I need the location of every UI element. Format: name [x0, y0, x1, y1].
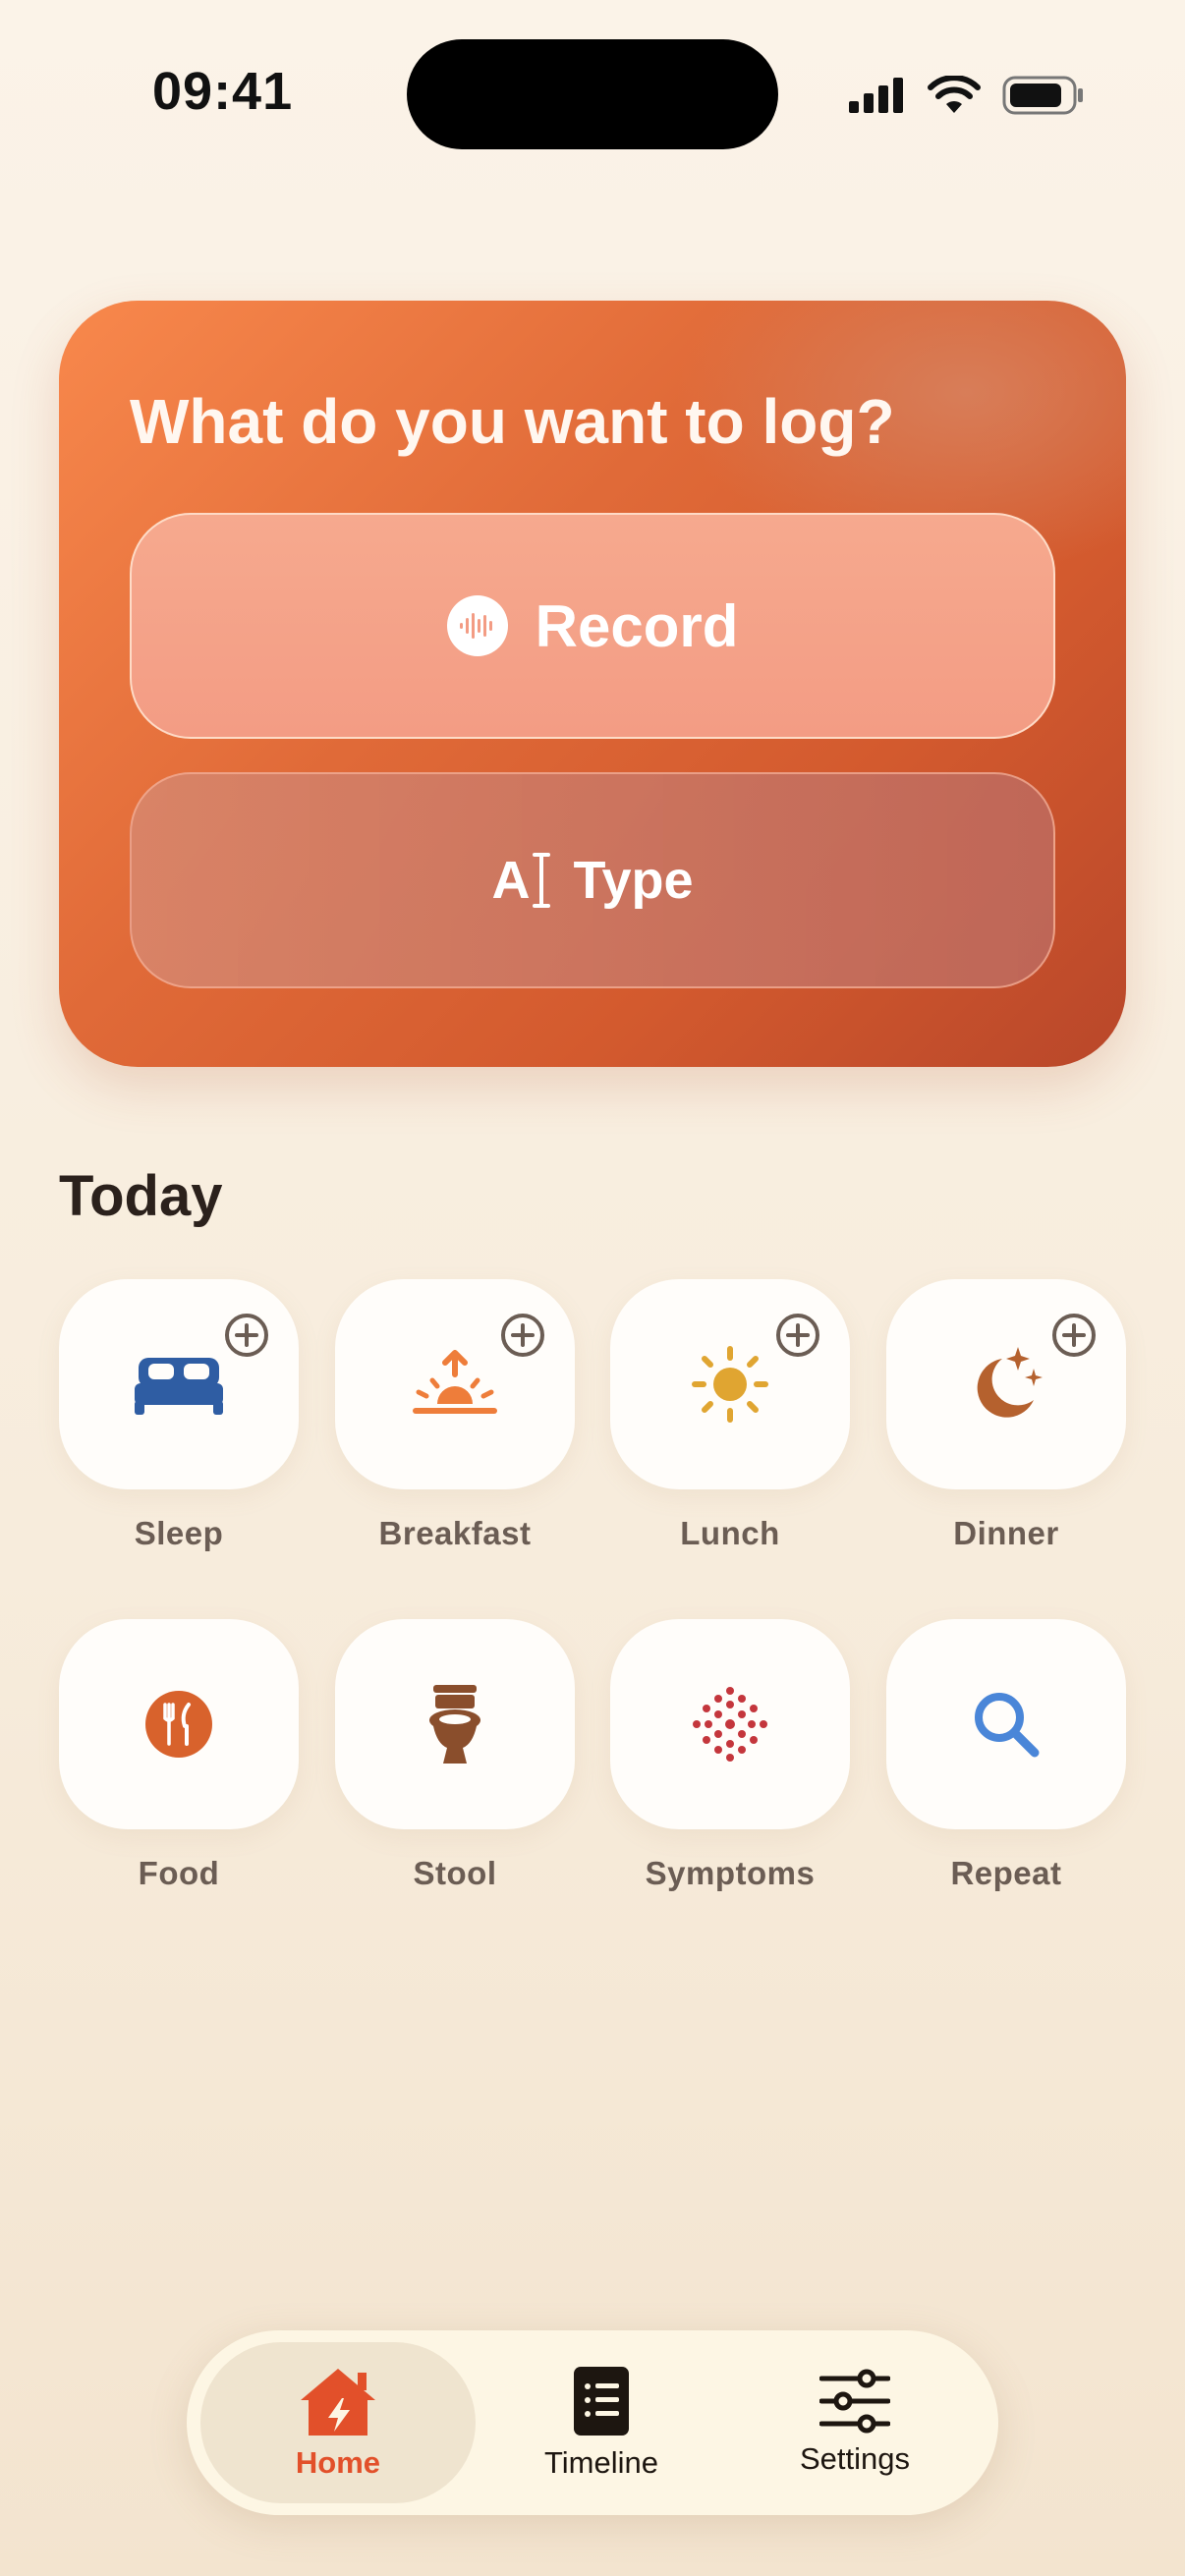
- fork-knife-icon: [145, 1691, 212, 1758]
- dynamic-island: [407, 39, 778, 149]
- waveform-icon: [446, 595, 508, 656]
- dots-cluster-icon: [693, 1687, 767, 1762]
- add-lunch-icon[interactable]: [775, 1313, 820, 1358]
- stool-label: Stool: [413, 1855, 497, 1891]
- dinner-label: Dinner: [953, 1515, 1059, 1551]
- sunrise-icon: [413, 1350, 497, 1414]
- text-cursor-glyph: A: [491, 851, 531, 910]
- breakfast-tile[interactable]: [335, 1279, 575, 1489]
- sun-icon: [692, 1346, 768, 1423]
- tab-bar: Home Timeline Settings: [187, 2330, 998, 2515]
- record-button-label: Record: [535, 592, 739, 659]
- type-button[interactable]: A Type: [130, 772, 1055, 988]
- lunch-tile[interactable]: [610, 1279, 850, 1489]
- breakfast-label: Breakfast: [378, 1515, 532, 1551]
- cellular-signal-icon: [849, 78, 903, 113]
- add-dinner-icon[interactable]: [1051, 1313, 1097, 1358]
- sleep-tile[interactable]: [59, 1279, 299, 1489]
- home-bolt-icon: [301, 2369, 375, 2436]
- dinner-tile[interactable]: [886, 1279, 1126, 1489]
- tab-home[interactable]: Home: [200, 2342, 476, 2503]
- food-label: Food: [138, 1855, 220, 1891]
- repeat-label: Repeat: [950, 1855, 1062, 1891]
- tab-home-label: Home: [295, 2445, 381, 2480]
- status-bar: 09:41: [0, 0, 1185, 177]
- tab-settings[interactable]: Settings: [727, 2342, 983, 2503]
- sliders-icon: [819, 2369, 890, 2434]
- text-cursor-icon: A: [491, 850, 551, 911]
- tab-timeline[interactable]: Timeline: [481, 2342, 721, 2503]
- tab-timeline-label: Timeline: [544, 2445, 658, 2480]
- log-card: What do you want to log? Record A Type: [59, 301, 1126, 1067]
- battery-icon: [1002, 76, 1083, 115]
- type-button-label: Type: [573, 851, 694, 910]
- status-time: 09:41: [152, 62, 294, 121]
- today-heading: Today: [59, 1164, 223, 1228]
- log-card-title: What do you want to log?: [130, 386, 895, 457]
- symptoms-tile[interactable]: [610, 1619, 850, 1829]
- wifi-icon: [928, 76, 981, 113]
- search-icon: [975, 1693, 1040, 1758]
- bed-icon: [135, 1358, 223, 1415]
- list-book-icon: [574, 2367, 629, 2436]
- toilet-icon: [429, 1685, 480, 1764]
- food-tile[interactable]: [59, 1619, 299, 1829]
- status-icons: [847, 71, 1085, 120]
- lunch-label: Lunch: [680, 1515, 780, 1551]
- repeat-tile[interactable]: [886, 1619, 1126, 1829]
- moon-stars-icon: [977, 1347, 1043, 1418]
- stool-tile[interactable]: [335, 1619, 575, 1829]
- tab-settings-label: Settings: [799, 2441, 910, 2476]
- symptoms-label: Symptoms: [645, 1855, 816, 1891]
- sleep-label: Sleep: [134, 1515, 224, 1551]
- add-breakfast-icon[interactable]: [500, 1313, 545, 1358]
- record-button[interactable]: Record: [130, 513, 1055, 739]
- add-sleep-icon[interactable]: [224, 1313, 269, 1358]
